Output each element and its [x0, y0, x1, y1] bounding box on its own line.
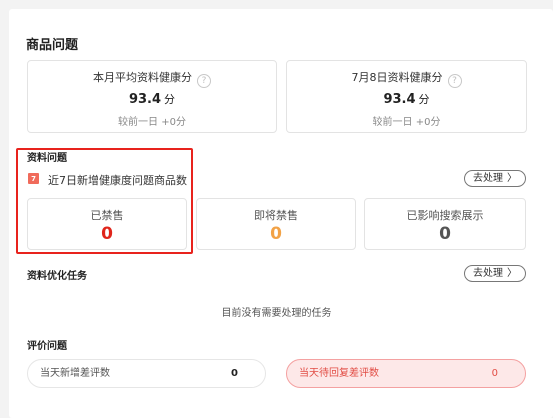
monthly-health-value: 93.4 分: [128, 92, 176, 107]
stat-value: 0: [270, 224, 282, 244]
monthly-health-compare: 较前一日 +0分: [118, 117, 186, 128]
optimization-handle-button[interactable]: 去处理〉: [464, 265, 526, 282]
pending-reply-value: 0: [491, 368, 498, 379]
chevron-right-icon: 〉: [507, 173, 517, 184]
monthly-health-card: 本月平均资料健康分? 93.4 分 较前一日 +0分: [27, 60, 277, 133]
daily-health-label: 7月8日资料健康分?: [287, 69, 526, 88]
daily-health-compare: 较前一日 +0分: [372, 117, 441, 128]
stat-label: 即将禁售: [254, 209, 298, 222]
pending-reply-label: 当天待回复差评数: [299, 368, 379, 379]
optimization-tasks-title: 资料优化任务: [27, 271, 87, 282]
stat-label: 已影响搜索展示: [406, 209, 484, 222]
stat-card-about-to-ban[interactable]: 即将禁售 0: [196, 198, 356, 250]
empty-task-text: 目前没有需要处理的任务: [221, 308, 332, 319]
stat-value: 0: [439, 224, 451, 244]
chevron-right-icon: 〉: [507, 268, 517, 279]
data-issues-handle-button[interactable]: 去处理〉: [464, 170, 526, 187]
new-bad-reviews-value: 0: [231, 368, 238, 379]
daily-health-card: 7月8日资料健康分? 93.4 分 较前一日 +0分: [286, 60, 527, 133]
help-icon[interactable]: ?: [447, 74, 462, 88]
help-icon[interactable]: ?: [197, 74, 211, 88]
highlight-box: [16, 148, 193, 254]
monthly-health-label: 本月平均资料健康分?: [28, 69, 276, 88]
new-bad-reviews-label: 当天新增差评数: [40, 368, 110, 379]
daily-health-value: 93.4 分: [383, 92, 430, 107]
product-issues-title: 商品问题: [26, 38, 79, 53]
pending-reply-pill[interactable]: 当天待回复差评数 0: [286, 359, 526, 388]
review-issues-title: 评价问题: [27, 341, 67, 352]
stat-card-search-affected[interactable]: 已影响搜索展示 0: [364, 198, 526, 250]
new-bad-reviews-pill[interactable]: 当天新增差评数 0: [27, 359, 266, 388]
